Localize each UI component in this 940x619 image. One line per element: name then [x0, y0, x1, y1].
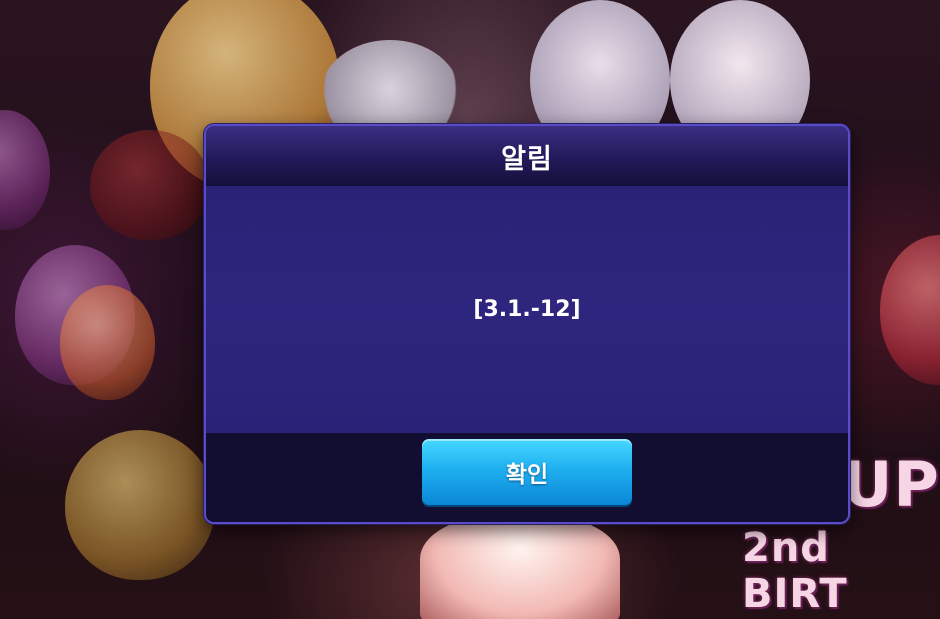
dialog-header: 알림 — [206, 126, 848, 186]
dialog-message: [3.1.-12] — [473, 297, 581, 322]
banner-text: UPI — [842, 448, 940, 521]
confirm-button[interactable]: 확인 — [422, 438, 632, 505]
dialog-footer: 확인 — [206, 433, 848, 522]
balloon-decoration — [60, 285, 155, 400]
dialog-title: 알림 — [501, 143, 553, 175]
game-scene: UPI 2nd BIRT 알림 [3.1.-12] 확인 — [0, 0, 940, 619]
confirm-button-label: 확인 — [505, 461, 549, 488]
balloon-decoration — [90, 130, 210, 240]
notice-dialog: 알림 [3.1.-12] 확인 — [204, 124, 850, 524]
balloon-decoration — [65, 430, 215, 580]
dialog-body: [3.1.-12] — [206, 186, 848, 433]
cake-illustration — [420, 515, 620, 619]
banner-text: 2nd BIRT — [742, 525, 848, 617]
